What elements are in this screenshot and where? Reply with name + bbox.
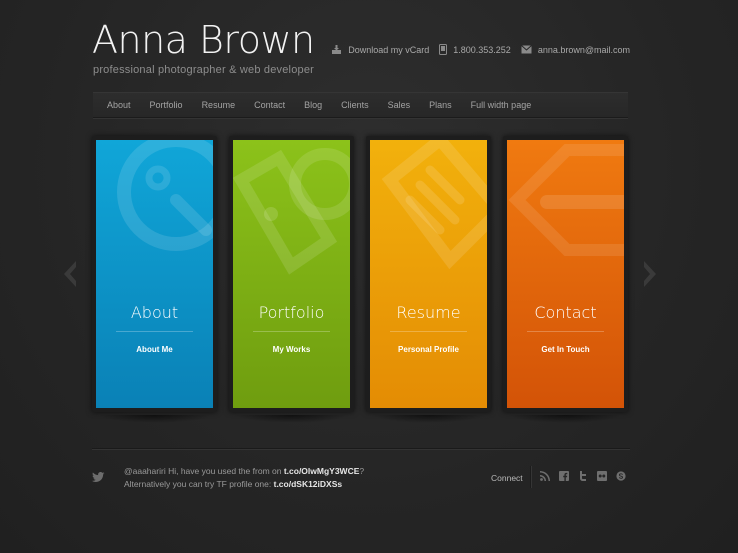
nav-item-resume[interactable]: Resume bbox=[202, 100, 236, 110]
contact-card[interactable]: Contact Get In Touch bbox=[507, 140, 624, 408]
card-shadow bbox=[372, 415, 485, 423]
card-link[interactable]: My Works bbox=[233, 345, 350, 354]
about-card[interactable]: About About Me bbox=[96, 140, 213, 408]
vcard-download-label: Download my vCard bbox=[348, 44, 430, 55]
tweet-link[interactable]: t.co/dSK12iDXSs bbox=[274, 479, 343, 489]
feature-cards: About About Me Portfolio My Works Resume… bbox=[92, 136, 630, 426]
card-title: Contact bbox=[534, 303, 597, 322]
card-link[interactable]: Personal Profile bbox=[370, 345, 487, 354]
card-title: Resume bbox=[396, 303, 461, 322]
mail-icon bbox=[520, 45, 532, 54]
chevron-right-icon[interactable] bbox=[642, 259, 660, 289]
twitter-icon[interactable] bbox=[578, 471, 588, 481]
tweet-line-2: Alternatively you can try TF profile one… bbox=[124, 478, 364, 491]
card-about: About About Me bbox=[92, 136, 217, 426]
phone-icon bbox=[439, 44, 448, 55]
phone-number: 1.800.353.252 bbox=[453, 44, 511, 55]
site-tagline: professional photographer & web develope… bbox=[93, 64, 315, 76]
flickr-icon[interactable] bbox=[597, 471, 607, 481]
price-tag-icon bbox=[508, 144, 624, 256]
card-link[interactable]: About Me bbox=[96, 345, 213, 354]
nav-item-blog[interactable]: Blog bbox=[304, 100, 322, 110]
portfolio-card[interactable]: Portfolio My Works bbox=[233, 140, 350, 408]
card-divider bbox=[253, 331, 330, 332]
skype-icon[interactable] bbox=[616, 471, 626, 481]
footer-divider bbox=[92, 448, 630, 449]
chevron-left-icon[interactable] bbox=[60, 259, 78, 289]
tweet-text: ? bbox=[359, 466, 365, 476]
facebook-icon[interactable] bbox=[559, 471, 569, 481]
tag-icon bbox=[233, 148, 350, 275]
site-title[interactable]: Anna Brown bbox=[92, 18, 315, 62]
rss-icon[interactable] bbox=[540, 471, 550, 481]
search-icon bbox=[117, 140, 213, 251]
card-divider bbox=[390, 331, 467, 332]
nav-item-about[interactable]: About bbox=[107, 100, 131, 110]
nav-item-plans[interactable]: Plans bbox=[429, 100, 452, 110]
card-shadow bbox=[235, 415, 348, 423]
main-nav: About Portfolio Resume Contact Blog Clie… bbox=[93, 92, 628, 118]
tweet-link[interactable]: t.co/OlwMgY3WCE bbox=[284, 466, 360, 476]
document-icon bbox=[381, 140, 487, 270]
email-address: anna.brown@mail.com bbox=[537, 44, 630, 55]
email-link[interactable]: anna.brown@mail.com bbox=[520, 44, 630, 55]
resume-card[interactable]: Resume Personal Profile bbox=[370, 140, 487, 408]
card-divider bbox=[116, 331, 193, 332]
card-resume: Resume Personal Profile bbox=[366, 136, 491, 426]
nav-item-clients[interactable]: Clients bbox=[341, 100, 369, 110]
nav-item-portfolio[interactable]: Portfolio bbox=[150, 100, 183, 110]
card-shadow bbox=[509, 415, 622, 423]
nav-item-full-width-page[interactable]: Full width page bbox=[471, 100, 532, 110]
nav-item-sales[interactable]: Sales bbox=[388, 100, 411, 110]
twitter-bird-icon bbox=[92, 472, 105, 482]
card-link[interactable]: Get In Touch bbox=[507, 345, 624, 354]
tweet-text: Alternatively you can try TF profile one… bbox=[124, 479, 274, 489]
card-divider bbox=[527, 331, 604, 332]
vcard-download-icon bbox=[332, 45, 342, 54]
card-title: Portfolio bbox=[258, 303, 325, 322]
vcard-download-link[interactable]: Download my vCard bbox=[331, 44, 429, 55]
phone-contact: 1.800.353.252 bbox=[439, 44, 511, 55]
tweet-text: @aaahariri Hi, have you used the from on bbox=[124, 466, 284, 476]
latest-tweet: @aaahariri Hi, have you used the from on… bbox=[124, 465, 364, 491]
card-shadow bbox=[98, 415, 211, 423]
site-header: Anna Brown professional photographer & w… bbox=[92, 18, 630, 82]
tweet-line-1: @aaahariri Hi, have you used the from on… bbox=[124, 465, 364, 478]
card-contact: Contact Get In Touch bbox=[503, 136, 628, 426]
footer-separator bbox=[530, 466, 531, 488]
social-links bbox=[540, 471, 626, 481]
card-title: About bbox=[130, 303, 179, 322]
nav-item-contact[interactable]: Contact bbox=[254, 100, 285, 110]
card-portfolio: Portfolio My Works bbox=[229, 136, 354, 426]
contact-bar: Download my vCard 1.800.353.252 anna.bro… bbox=[331, 44, 630, 55]
connect-label: Connect bbox=[491, 473, 523, 483]
